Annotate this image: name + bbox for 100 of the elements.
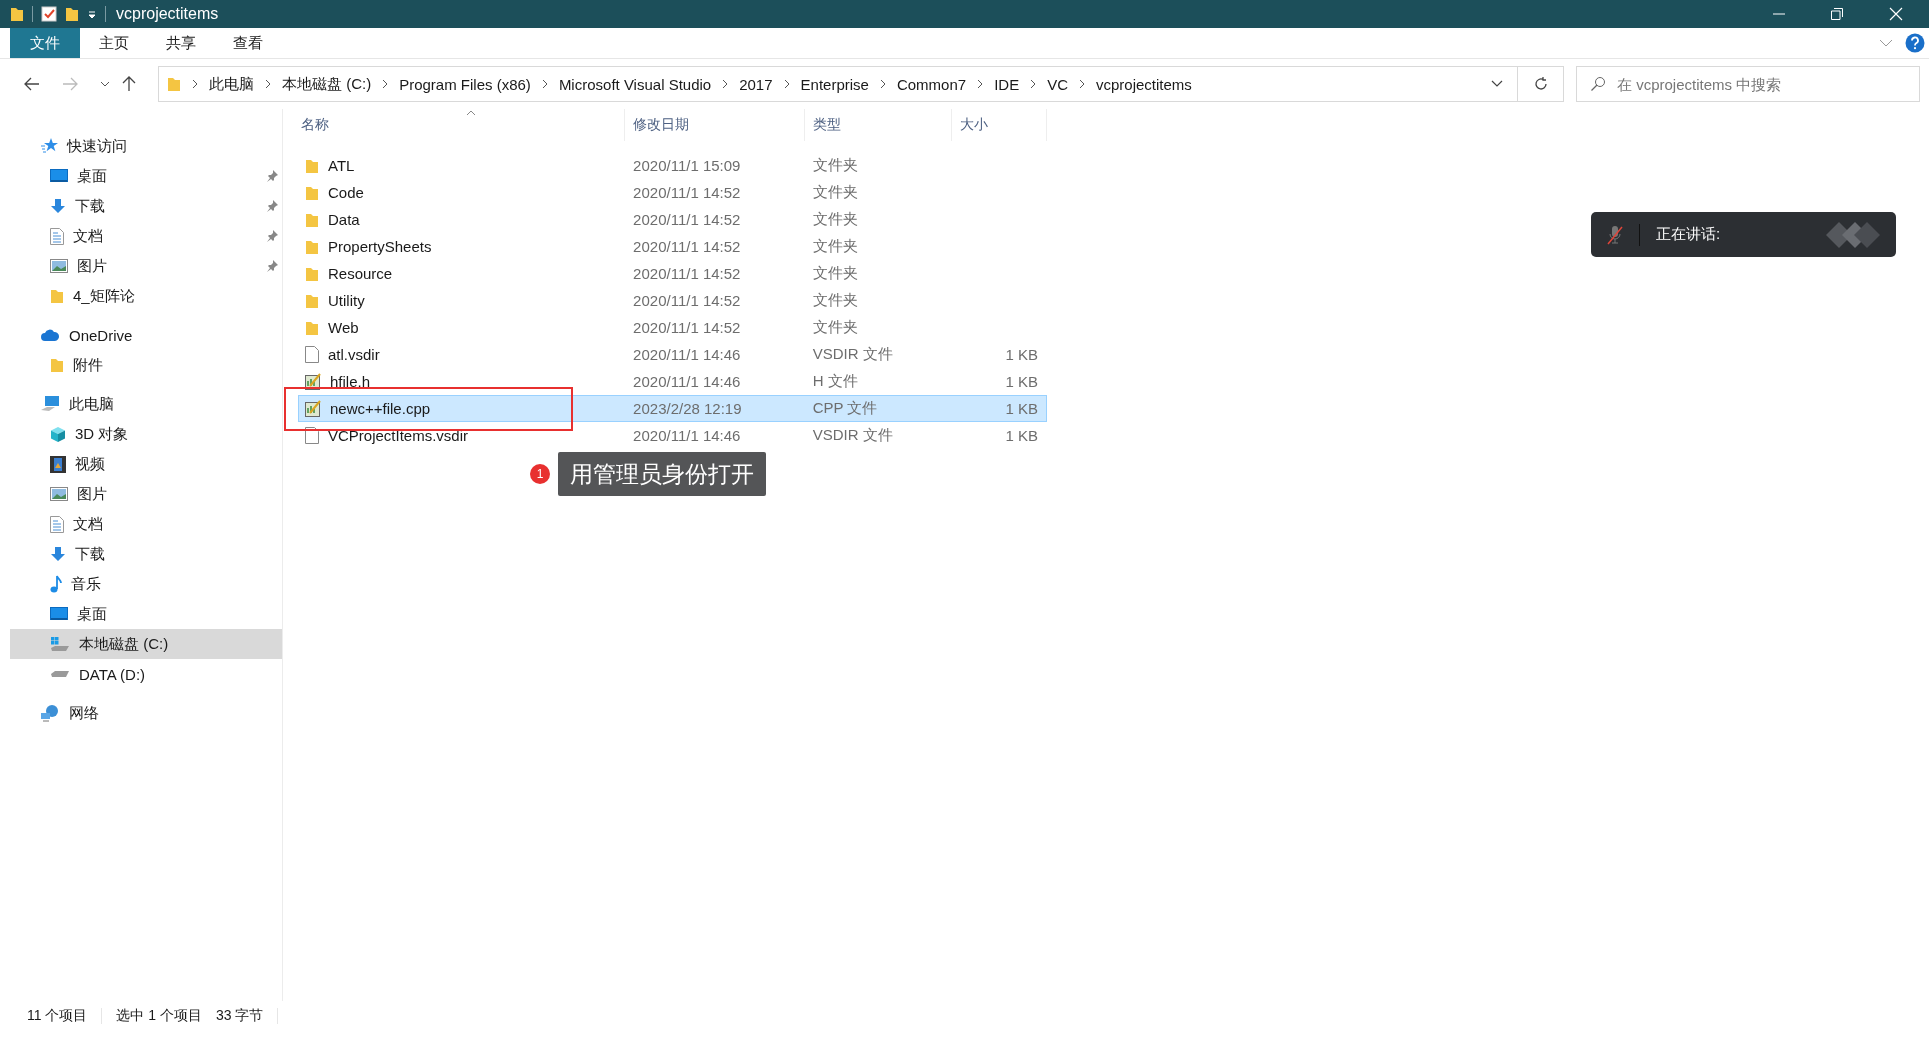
sidebar-item[interactable]: 3D 对象 [10, 419, 282, 449]
chevron-right-icon[interactable] [783, 79, 790, 89]
file-row[interactable]: hfile.h 2020/11/1 14:46 H 文件 1 KB [298, 368, 1047, 395]
sidebar-item[interactable]: 此电脑 [10, 389, 282, 419]
breadcrumb[interactable]: vcprojectitems [1096, 75, 1192, 93]
file-row[interactable]: atl.vsdir 2020/11/1 14:46 VSDIR 文件 1 KB [298, 341, 1047, 368]
computer-icon [40, 395, 60, 413]
close-icon[interactable] [1889, 7, 1903, 21]
sidebar-item[interactable]: 文档 [10, 509, 282, 539]
ribbon-tab[interactable]: 查看 [215, 28, 281, 58]
sidebar-item[interactable]: 图片 [10, 479, 282, 509]
sidebar-item[interactable]: 下载 [10, 191, 282, 221]
sidebar-item[interactable]: 桌面 [10, 161, 282, 191]
chevron-right-icon[interactable] [1079, 79, 1085, 89]
file-name: VCProjectItems.vsdir [328, 427, 469, 444]
chevron-right-icon[interactable] [722, 79, 729, 89]
file-row[interactable]: Web 2020/11/1 14:52 文件夹 [298, 314, 1047, 341]
sidebar-item[interactable]: 图片 [10, 251, 282, 281]
file-row[interactable]: Code 2020/11/1 14:52 文件夹 [298, 179, 1047, 206]
restore-icon[interactable] [1831, 8, 1843, 20]
breadcrumb[interactable]: Program Files (x86) [399, 75, 531, 93]
column-header[interactable]: 修改日期 [625, 109, 805, 141]
sidebar-item[interactable]: OneDrive [10, 320, 282, 350]
column-header[interactable]: 名称 [298, 109, 625, 141]
file-row[interactable]: Data 2020/11/1 14:52 文件夹 [298, 206, 1047, 233]
sidebar-item[interactable]: DATA (D:) [10, 659, 282, 689]
sidebar-item[interactable]: 4_矩阵论 [10, 281, 282, 311]
breadcrumb[interactable]: Microsoft Visual Studio [558, 75, 712, 93]
file-row[interactable]: Resource 2020/11/1 14:52 文件夹 [298, 260, 1047, 287]
help-icon[interactable] [1905, 33, 1925, 53]
column-header[interactable]: 大小 [952, 109, 1047, 141]
file-row[interactable]: VCProjectItems.vsdir 2020/11/1 14:46 VSDIR 文件 1 KB [298, 422, 1047, 449]
breadcrumb[interactable]: IDE [994, 75, 1020, 93]
sidebar-label: 音乐 [71, 574, 101, 594]
chevron-right-icon[interactable] [541, 79, 548, 89]
sidebar-label: OneDrive [69, 326, 133, 344]
folder-icon[interactable] [10, 6, 24, 22]
sidebar-item[interactable]: 下载 [10, 539, 282, 569]
chevron-down-icon[interactable] [1491, 80, 1503, 88]
file-row[interactable]: newc++file.cpp 2023/2/28 12:19 CPP 文件 1 KB [298, 395, 1047, 422]
sidebar-item[interactable]: 本地磁盘 (C:) [10, 629, 282, 659]
pin-icon[interactable] [266, 200, 278, 212]
pin-icon[interactable] [266, 260, 278, 272]
breadcrumb[interactable]: 2017 [739, 75, 773, 93]
file-row[interactable]: PropertySheets 2020/11/1 14:52 文件夹 [298, 233, 1047, 260]
sidebar-label: 附件 [73, 355, 103, 375]
chevron-down-icon[interactable] [100, 80, 110, 88]
folder-icon[interactable] [65, 6, 79, 22]
drive-icon [50, 670, 70, 678]
file-type: VSDIR 文件 [811, 426, 894, 445]
modified-date: 2023/2/28 12:19 [632, 400, 743, 417]
modified-date: 2020/11/1 14:52 [632, 319, 742, 336]
breadcrumb[interactable]: 本地磁盘 (C:) [282, 74, 372, 94]
breadcrumb[interactable]: Common7 [896, 75, 967, 93]
search-field[interactable]: 在 vcprojectitems 中搜索 [1576, 66, 1920, 102]
file-name: PropertySheets [328, 238, 432, 255]
chevron-right-icon[interactable] [977, 79, 984, 89]
sidebar-label: 本地磁盘 (C:) [79, 634, 169, 654]
sidebar-item[interactable]: 视频 [10, 449, 282, 479]
folder-icon [305, 238, 319, 255]
file-name: atl.vsdir [328, 346, 380, 363]
ribbon-tab[interactable]: 共享 [148, 28, 214, 58]
refresh-button[interactable] [1518, 66, 1564, 102]
ribbon-tab[interactable]: 文件 [10, 28, 80, 58]
sidebar-item[interactable]: 桌面 [10, 599, 282, 629]
chevron-right-icon[interactable] [1030, 79, 1037, 89]
checkbox-icon[interactable] [41, 6, 57, 22]
chevron-right-icon[interactable] [192, 79, 198, 89]
sidebar-item[interactable]: 附件 [10, 350, 282, 380]
column-header[interactable]: 类型 [805, 109, 952, 141]
sidebar-item[interactable]: 快速访问 [10, 131, 282, 161]
sidebar-label: 桌面 [77, 166, 107, 186]
speaking-label: 正在讲话: [1656, 225, 1721, 244]
file-name: newc++file.cpp [330, 400, 431, 417]
back-arrow-icon[interactable] [24, 77, 40, 91]
code-file-icon [305, 400, 321, 417]
breadcrumb[interactable]: Enterprise [800, 75, 869, 93]
file-row[interactable]: Utility 2020/11/1 14:52 文件夹 [298, 287, 1047, 314]
sidebar-label: DATA (D:) [79, 665, 146, 683]
sidebar-item[interactable]: 网络 [10, 698, 282, 728]
pin-icon[interactable] [266, 170, 278, 182]
pin-icon[interactable] [266, 230, 278, 242]
folder-icon [305, 184, 319, 201]
chevron-right-icon[interactable] [879, 79, 886, 89]
muted-microphone-icon[interactable] [1607, 224, 1623, 245]
up-arrow-icon[interactable] [122, 76, 136, 92]
file-row[interactable]: ATL 2020/11/1 15:09 文件夹 [298, 152, 1047, 179]
chevron-right-icon[interactable] [265, 79, 271, 89]
file-name: hfile.h [330, 373, 371, 390]
ribbon-tab[interactable]: 主页 [81, 28, 147, 58]
breadcrumb[interactable]: 此电脑 [209, 74, 254, 94]
sidebar-label: 快速访问 [67, 136, 127, 156]
file-type: CPP 文件 [811, 399, 879, 418]
breadcrumb[interactable]: VC [1047, 75, 1068, 93]
dropdown-icon[interactable] [87, 9, 97, 19]
sidebar-item[interactable]: 音乐 [10, 569, 282, 599]
logo-icon [1824, 219, 1882, 250]
chevron-right-icon[interactable] [382, 79, 389, 89]
sidebar-item[interactable]: 文档 [10, 221, 282, 251]
address-bar[interactable]: 此电脑 本地磁盘 (C:) Program Files (x86) Microsoft Visual Studio 2017 Enterprise Common7 IDE VC vcprojectitems [158, 66, 1518, 102]
